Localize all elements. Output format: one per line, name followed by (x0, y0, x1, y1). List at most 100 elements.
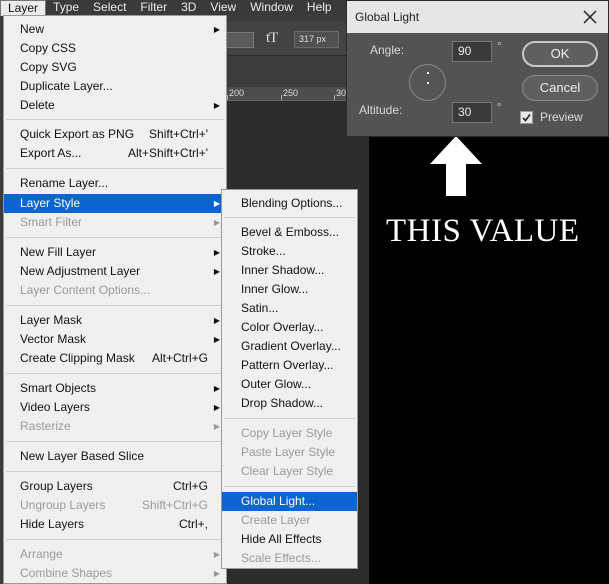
menu-item-combine-shapes[interactable]: Combine Shapes ▶ (4, 564, 226, 583)
submenu-item-gradient-overlay[interactable]: Gradient Overlay... (222, 337, 357, 356)
submenu-item-copy-layer-style[interactable]: Copy Layer Style (222, 424, 357, 443)
menu-separator (224, 486, 355, 487)
degree-symbol: ° (497, 102, 502, 114)
menu-item-hide-layers[interactable]: Hide Layers Ctrl+, (4, 515, 226, 534)
submenu-arrow-icon: ▶ (213, 25, 220, 34)
menu-item-export-as[interactable]: Export As... Alt+Shift+Ctrl+' (4, 144, 226, 163)
menu-item-ungroup-layers[interactable]: Ungroup Layers Shift+Ctrl+G (4, 496, 226, 515)
annotation-text: THIS VALUE (386, 213, 580, 249)
menu-item-copy-svg[interactable]: Copy SVG (4, 58, 226, 77)
font-size-field[interactable]: 317 px (294, 31, 339, 48)
submenu-item-scale-effects[interactable]: Scale Effects... (222, 549, 357, 568)
menu-separator (6, 441, 224, 442)
submenu-arrow-icon: ▶ (213, 316, 220, 325)
menu-item-new-adjustment-layer[interactable]: New Adjustment Layer ▶ (4, 262, 226, 281)
menu-type[interactable]: Type (46, 0, 86, 15)
submenu-arrow-icon: ▶ (213, 403, 220, 412)
menu-separator (6, 471, 224, 472)
shortcut-label: Shift+Ctrl+G (141, 498, 208, 512)
menu-item-duplicate-layer[interactable]: Duplicate Layer... (4, 77, 226, 96)
menu-separator (224, 418, 355, 419)
menu-item-delete[interactable]: Delete ▶ (4, 96, 226, 115)
shortcut-label: Ctrl+G (172, 479, 208, 493)
cancel-button[interactable]: Cancel (522, 75, 598, 101)
menu-item-new-fill-layer[interactable]: New Fill Layer ▶ (4, 243, 226, 262)
layer-style-submenu: Blending Options... Bevel & Emboss... St… (221, 189, 358, 569)
menu-item-vector-mask[interactable]: Vector Mask ▶ (4, 330, 226, 349)
menu-separator (224, 217, 355, 218)
submenu-arrow-icon: ▶ (213, 550, 220, 559)
submenu-item-blending-options[interactable]: Blending Options... (222, 194, 357, 213)
menu-item-rasterize[interactable]: Rasterize ▶ (4, 417, 226, 436)
submenu-item-drop-shadow[interactable]: Drop Shadow... (222, 394, 357, 413)
menu-item-rename-layer[interactable]: Rename Layer... (4, 174, 226, 193)
ruler-label: 250 (283, 88, 299, 98)
submenu-item-clear-layer-style[interactable]: Clear Layer Style (222, 462, 357, 481)
up-arrow-icon (430, 136, 482, 196)
shortcut-label: Alt+Ctrl+G (151, 351, 208, 365)
menu-item-layer-mask[interactable]: Layer Mask ▶ (4, 311, 226, 330)
menu-item-group-layers[interactable]: Group Layers Ctrl+G (4, 477, 226, 496)
submenu-arrow-icon: ▶ (213, 199, 220, 208)
shortcut-label: Alt+Shift+Ctrl+' (128, 146, 208, 160)
menu-item-smart-filter[interactable]: Smart Filter ▶ (4, 213, 226, 232)
submenu-item-outer-glow[interactable]: Outer Glow... (222, 375, 357, 394)
menu-item-layer-content-options[interactable]: Layer Content Options... (4, 281, 226, 300)
submenu-item-satin[interactable]: Satin... (222, 299, 357, 318)
menu-help[interactable]: Help (300, 0, 339, 15)
menu-separator (6, 539, 224, 540)
angle-dial[interactable] (409, 64, 446, 101)
submenu-item-inner-shadow[interactable]: Inner Shadow... (222, 261, 357, 280)
menu-item-new[interactable]: New ▶ (4, 20, 226, 39)
submenu-arrow-icon: ▶ (213, 218, 220, 227)
submenu-arrow-icon: ▶ (213, 101, 220, 110)
menu-item-arrange[interactable]: Arrange ▶ (4, 545, 226, 564)
submenu-arrow-icon: ▶ (213, 248, 220, 257)
degree-symbol: ° (497, 41, 502, 53)
submenu-item-stroke[interactable]: Stroke... (222, 242, 357, 261)
menu-item-layer-style[interactable]: Layer Style ▶ (4, 194, 226, 213)
menu-separator (6, 119, 224, 120)
menu-separator (6, 305, 224, 306)
angle-field[interactable]: 90 (452, 41, 492, 62)
submenu-item-inner-glow[interactable]: Inner Glow... (222, 280, 357, 299)
menu-separator (6, 373, 224, 374)
menu-item-video-layers[interactable]: Video Layers ▶ (4, 398, 226, 417)
horizontal-ruler: 200 250 300 (226, 87, 351, 101)
preview-label: Preview (540, 110, 583, 124)
close-icon[interactable] (580, 7, 600, 27)
submenu-arrow-icon: ▶ (213, 569, 220, 578)
font-style-dropdown[interactable] (226, 32, 254, 48)
dialog-title: Global Light (347, 1, 608, 33)
submenu-item-hide-all-effects[interactable]: Hide All Effects (222, 530, 357, 549)
submenu-item-bevel-emboss[interactable]: Bevel & Emboss... (222, 223, 357, 242)
submenu-item-create-layer[interactable]: Create Layer (222, 511, 357, 530)
altitude-label: Altitude: (359, 103, 403, 117)
submenu-arrow-icon: ▶ (213, 384, 220, 393)
shortcut-label: Ctrl+, (178, 517, 208, 531)
submenu-item-color-overlay[interactable]: Color Overlay... (222, 318, 357, 337)
menu-window[interactable]: Window (243, 0, 300, 15)
menu-item-quick-export[interactable]: Quick Export as PNG Shift+Ctrl+' (4, 125, 226, 144)
submenu-arrow-icon: ▶ (213, 267, 220, 276)
submenu-item-pattern-overlay[interactable]: Pattern Overlay... (222, 356, 357, 375)
menu-item-new-layer-based-slice[interactable]: New Layer Based Slice (4, 447, 226, 466)
menu-3d[interactable]: 3D (174, 0, 203, 15)
preview-checkbox[interactable] (520, 111, 533, 124)
submenu-arrow-icon: ▶ (213, 335, 220, 344)
menu-filter[interactable]: Filter (133, 0, 174, 15)
menu-item-copy-css[interactable]: Copy CSS (4, 39, 226, 58)
menu-view[interactable]: View (203, 0, 243, 15)
menu-item-create-clipping-mask[interactable]: Create Clipping Mask Alt+Ctrl+G (4, 349, 226, 368)
font-size-icon: tT (266, 30, 278, 46)
submenu-item-paste-layer-style[interactable]: Paste Layer Style (222, 443, 357, 462)
submenu-item-global-light[interactable]: Global Light... (222, 492, 357, 511)
menu-separator (6, 168, 224, 169)
menu-item-smart-objects[interactable]: Smart Objects ▶ (4, 379, 226, 398)
submenu-arrow-icon: ▶ (213, 422, 220, 431)
menu-select[interactable]: Select (86, 0, 133, 15)
shortcut-label: Shift+Ctrl+' (149, 127, 208, 141)
ok-button[interactable]: OK (522, 41, 598, 67)
altitude-field[interactable]: 30 (452, 102, 492, 123)
menu-layer[interactable]: Layer (0, 0, 47, 16)
